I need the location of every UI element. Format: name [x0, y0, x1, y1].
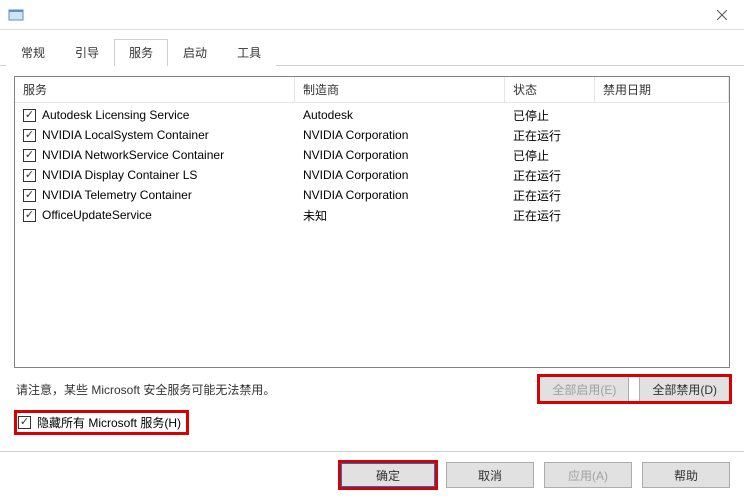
note-text: 请注意，某些 Microsoft 安全服务可能无法禁用。: [16, 381, 275, 398]
apply-button[interactable]: 应用(A): [544, 462, 632, 488]
manufacturer: 未知: [295, 207, 505, 224]
table-row[interactable]: NVIDIA LocalSystem Container NVIDIA Corpo…: [15, 125, 729, 145]
status: 正在运行: [505, 207, 595, 224]
close-button[interactable]: [699, 0, 744, 30]
table-row[interactable]: NVIDIA Display Container LS NVIDIA Corpor…: [15, 165, 729, 185]
row-checkbox[interactable]: [23, 189, 36, 202]
status: 正在运行: [505, 167, 595, 184]
ok-button[interactable]: 确定: [340, 462, 436, 488]
app-icon: [8, 7, 24, 23]
tab-services[interactable]: 服务: [114, 39, 168, 66]
col-service[interactable]: 服务: [15, 77, 295, 102]
col-status[interactable]: 状态: [505, 77, 595, 102]
service-name: NVIDIA LocalSystem Container: [42, 128, 209, 142]
hide-ms-checkbox-label[interactable]: 隐藏所有 Microsoft 服务(H): [16, 412, 187, 433]
manufacturer: Autodesk: [295, 108, 505, 122]
hide-ms-text: 隐藏所有 Microsoft 服务(H): [37, 414, 181, 431]
manufacturer: NVIDIA Corporation: [295, 168, 505, 182]
status: 正在运行: [505, 187, 595, 204]
service-name: NVIDIA NetworkService Container: [42, 148, 224, 162]
table-row[interactable]: Autodesk Licensing Service Autodesk已停止: [15, 105, 729, 125]
service-name: Autodesk Licensing Service: [42, 108, 189, 122]
cancel-button[interactable]: 取消: [446, 462, 534, 488]
table-header: 服务 制造商 状态 禁用日期: [15, 77, 729, 103]
tab-tools[interactable]: 工具: [222, 39, 276, 66]
row-checkbox[interactable]: [23, 169, 36, 182]
tab-general[interactable]: 常规: [6, 39, 60, 66]
table-row[interactable]: NVIDIA Telemetry Container NVIDIA Corpora…: [15, 185, 729, 205]
table-row[interactable]: OfficeUpdateService 未知正在运行: [15, 205, 729, 225]
service-name: OfficeUpdateService: [42, 208, 152, 222]
dialog-button-bar: 确定 取消 应用(A) 帮助: [0, 451, 744, 488]
disable-all-button[interactable]: 全部禁用(D): [639, 376, 730, 402]
enable-disable-group: 全部启用(E) 全部禁用(D): [539, 376, 730, 402]
hide-ms-checkbox[interactable]: [18, 416, 31, 429]
help-button[interactable]: 帮助: [642, 462, 730, 488]
status: 正在运行: [505, 127, 595, 144]
tab-boot[interactable]: 引导: [60, 39, 114, 66]
col-disabled-date[interactable]: 禁用日期: [595, 77, 729, 102]
row-checkbox[interactable]: [23, 109, 36, 122]
enable-all-button[interactable]: 全部启用(E): [539, 376, 629, 402]
tab-content: 服务 制造商 状态 禁用日期 Autodesk Licensing Servic…: [0, 66, 744, 449]
col-manufacturer[interactable]: 制造商: [295, 77, 505, 102]
tab-startup[interactable]: 启动: [168, 39, 222, 66]
service-name: NVIDIA Telemetry Container: [42, 188, 192, 202]
service-name: NVIDIA Display Container LS: [42, 168, 197, 182]
row-checkbox[interactable]: [23, 209, 36, 222]
manufacturer: NVIDIA Corporation: [295, 148, 505, 162]
table-body: Autodesk Licensing ServiceAutodesk已停止NVI…: [15, 103, 729, 225]
titlebar: [0, 0, 744, 30]
table-row[interactable]: NVIDIA NetworkService Container NVIDIA Co…: [15, 145, 729, 165]
services-table: 服务 制造商 状态 禁用日期 Autodesk Licensing Servic…: [14, 76, 730, 368]
row-checkbox[interactable]: [23, 129, 36, 142]
row-checkbox[interactable]: [23, 149, 36, 162]
manufacturer: NVIDIA Corporation: [295, 188, 505, 202]
status: 已停止: [505, 147, 595, 164]
status: 已停止: [505, 107, 595, 124]
tab-strip: 常规 引导 服务 启动 工具: [0, 30, 744, 66]
manufacturer: NVIDIA Corporation: [295, 128, 505, 142]
